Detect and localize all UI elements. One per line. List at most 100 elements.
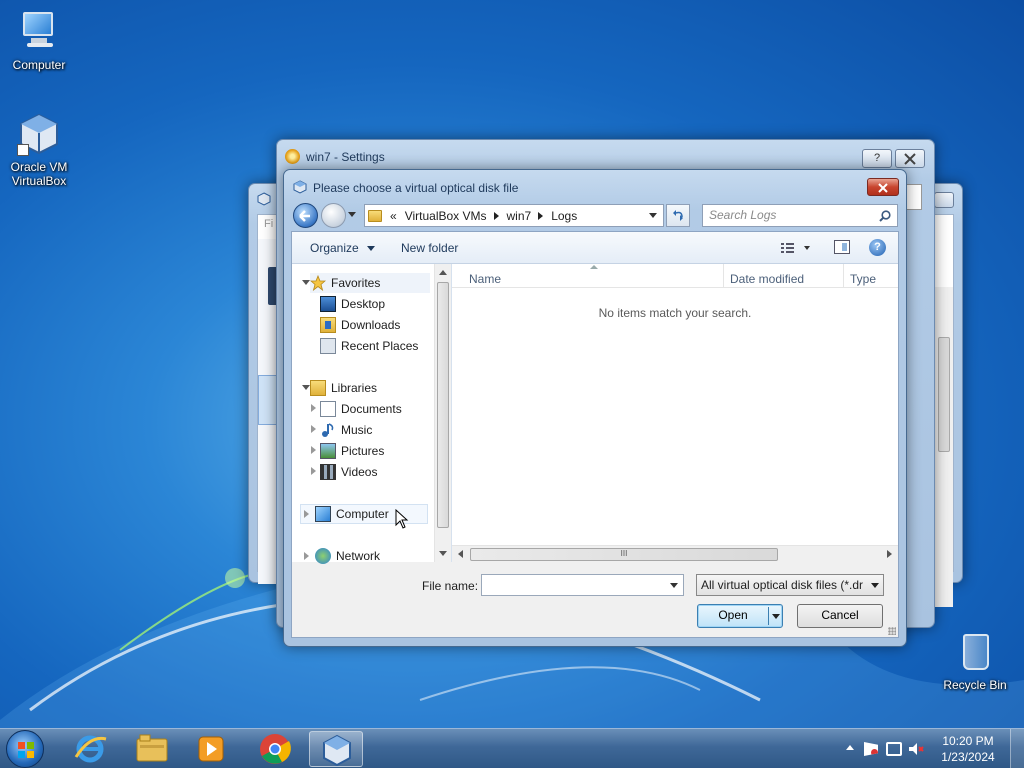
new-folder-button[interactable]: New folder <box>401 241 458 255</box>
breadcrumb-win7[interactable]: win7 <box>507 209 532 223</box>
manager-close-button[interactable] <box>934 192 954 208</box>
file-name-input[interactable] <box>481 574 684 596</box>
open-file-dialog[interactable]: Please choose a virtual optical disk fil… <box>283 169 907 647</box>
chevron-down-icon <box>871 583 879 588</box>
view-list-icon <box>781 243 810 253</box>
taskbar-file-explorer[interactable] <box>125 731 179 767</box>
folder-icon <box>368 209 382 222</box>
nav-label: Downloads <box>341 318 401 332</box>
search-input[interactable]: Search Logs <box>702 204 898 227</box>
scroll-up-icon[interactable] <box>439 270 447 275</box>
expand-triangle-icon[interactable] <box>311 404 316 412</box>
taskbar-media-player[interactable] <box>183 731 237 767</box>
breadcrumb-logs[interactable]: Logs <box>551 209 577 223</box>
refresh-button[interactable] <box>666 204 690 227</box>
change-view-button[interactable] <box>779 240 815 256</box>
desktop-icon-recycle-bin[interactable]: Recycle Bin <box>939 630 1011 692</box>
scroll-down-icon[interactable] <box>439 551 447 556</box>
navigation-pane[interactable]: Favorites Desktop Downloads Recent Place… <box>292 264 452 564</box>
open-options-dropdown[interactable] <box>772 614 780 619</box>
menu-fragment[interactable]: Fi <box>264 218 273 230</box>
open-label: Open <box>718 608 748 622</box>
network-tray-icon[interactable] <box>886 742 902 756</box>
settings-window-icon <box>285 149 300 164</box>
chevron-right-icon[interactable] <box>538 211 544 220</box>
taskbar-virtualbox[interactable] <box>309 731 363 767</box>
taskbar-internet-explorer[interactable] <box>64 731 118 767</box>
column-header-type[interactable]: Type <box>850 272 876 286</box>
nav-favorites[interactable]: Favorites <box>310 273 430 293</box>
clock[interactable]: 10:20 PM 1/23/2024 <box>934 733 1002 765</box>
open-button[interactable]: Open <box>697 604 783 628</box>
file-list-pane[interactable]: Name Date modified Type No items match y… <box>452 264 898 562</box>
media-player-icon <box>198 736 224 762</box>
nav-label: Desktop <box>341 297 386 311</box>
show-hidden-icons-button[interactable] <box>846 745 854 750</box>
nav-label: Recent Places <box>341 339 419 353</box>
dialog-close-button[interactable] <box>867 178 899 196</box>
nav-libraries[interactable]: Libraries <box>310 378 377 398</box>
collapse-triangle-icon[interactable] <box>302 280 310 285</box>
desktop-icon-computer[interactable]: Computer <box>3 10 75 72</box>
breadcrumb-virtualbox-vms[interactable]: VirtualBox VMs <box>405 209 487 223</box>
scroll-thumb[interactable]: III <box>470 548 778 561</box>
clock-time: 10:20 PM <box>942 734 994 748</box>
column-header-date-modified[interactable]: Date modified <box>730 272 804 286</box>
start-button[interactable] <box>6 730 44 768</box>
nav-network[interactable]: Network <box>300 546 380 566</box>
virtualbox-small-icon <box>257 192 271 206</box>
horizontal-scrollbar[interactable]: III <box>452 545 898 562</box>
chevron-down-icon[interactable] <box>670 583 678 588</box>
forward-button[interactable] <box>321 203 346 228</box>
expand-triangle-icon[interactable] <box>304 552 309 560</box>
taskbar: 10:20 PM 1/23/2024 <box>0 728 1024 768</box>
volume-muted-icon[interactable] <box>908 742 924 756</box>
scroll-right-icon[interactable] <box>887 550 892 558</box>
chevron-right-icon[interactable] <box>493 211 499 220</box>
address-bar[interactable]: « VirtualBox VMs win7 Logs <box>364 204 664 227</box>
close-button[interactable] <box>895 149 925 168</box>
nav-music[interactable]: Music <box>320 420 372 440</box>
cancel-button[interactable]: Cancel <box>797 604 883 628</box>
resize-grip[interactable] <box>888 627 896 635</box>
help-button[interactable]: ? <box>869 239 886 256</box>
nav-documents[interactable]: Documents <box>320 399 402 419</box>
recent-pages-dropdown[interactable] <box>348 212 356 217</box>
file-type-dropdown[interactable]: All virtual optical disk files (*.dr <box>696 574 884 596</box>
address-overflow-chevron[interactable]: « <box>390 209 397 223</box>
back-button[interactable] <box>293 203 318 228</box>
recent-places-icon <box>320 338 336 354</box>
help-button[interactable]: ? <box>862 149 892 168</box>
taskbar-chrome[interactable] <box>248 731 302 767</box>
nav-desktop[interactable]: Desktop <box>320 294 385 314</box>
manager-scrollbar[interactable] <box>935 287 953 607</box>
collapse-triangle-icon[interactable] <box>302 385 310 390</box>
dialog-title: Please choose a virtual optical disk fil… <box>313 181 519 195</box>
chevron-down-icon[interactable] <box>649 213 657 218</box>
expand-triangle-icon[interactable] <box>311 446 316 454</box>
expand-triangle-icon[interactable] <box>311 425 316 433</box>
clock-date: 1/23/2024 <box>941 750 995 764</box>
scroll-left-icon[interactable] <box>458 550 463 558</box>
nav-pictures[interactable]: Pictures <box>320 441 384 461</box>
virtualbox-icon <box>323 734 351 767</box>
action-center-icon[interactable] <box>864 742 878 756</box>
nav-recent-places[interactable]: Recent Places <box>320 336 418 356</box>
show-desktop-button[interactable] <box>1010 729 1024 768</box>
organize-menu[interactable]: Organize <box>310 241 376 255</box>
file-name-label: File name: <box>422 579 479 593</box>
expand-triangle-icon[interactable] <box>304 510 309 518</box>
nav-videos[interactable]: Videos <box>320 462 377 482</box>
star-icon <box>310 275 326 291</box>
internet-explorer-icon <box>74 735 107 763</box>
nav-downloads[interactable]: Downloads <box>320 315 400 335</box>
file-type-value: All virtual optical disk files (*.dr <box>701 578 864 592</box>
column-header-name[interactable]: Name <box>469 272 501 286</box>
preview-pane-button[interactable] <box>834 240 850 254</box>
computer-icon <box>315 506 331 522</box>
desktop-icon-virtualbox[interactable]: Oracle VM VirtualBox <box>3 112 75 188</box>
nav-scrollbar[interactable] <box>434 264 451 562</box>
documents-icon <box>320 401 336 417</box>
expand-triangle-icon[interactable] <box>311 467 316 475</box>
desktop-icon-label: Computer <box>12 58 66 72</box>
